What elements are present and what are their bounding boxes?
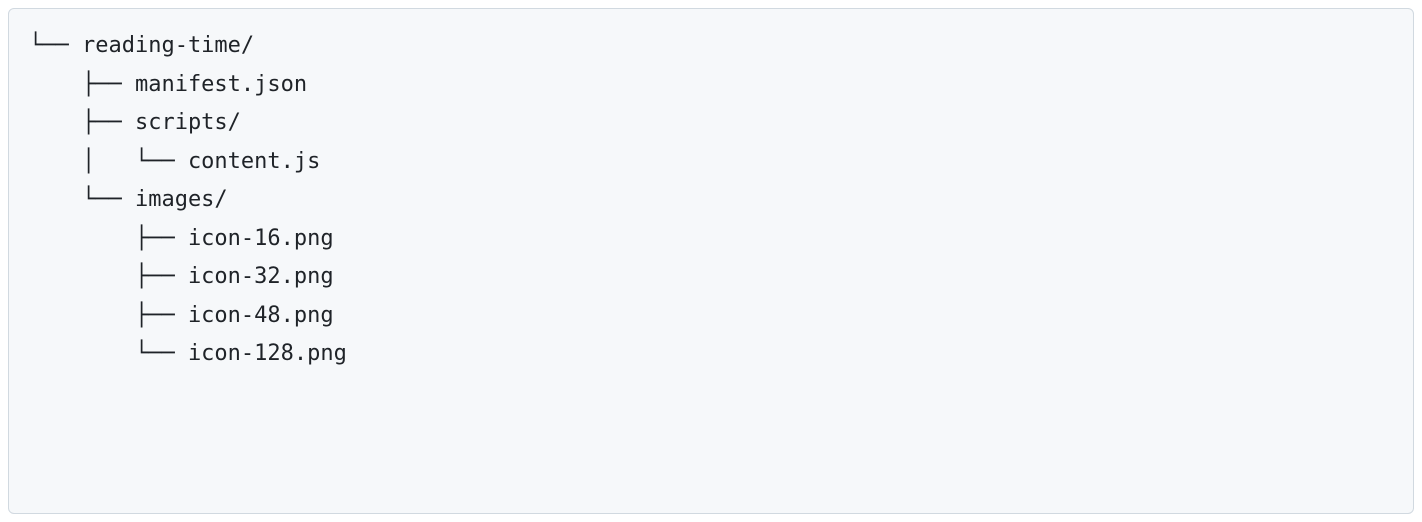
tree-line: ├── icon-48.png [29, 297, 1393, 336]
tree-line: ├── scripts/ [29, 104, 1393, 143]
tree-line: ├── icon-16.png [29, 220, 1393, 259]
tree-line: └── images/ [29, 181, 1393, 220]
tree-line: ├── icon-32.png [29, 258, 1393, 297]
file-tree-block: └── reading-time/ ├── manifest.json ├── … [8, 8, 1414, 514]
tree-line: │ └── content.js [29, 143, 1393, 182]
tree-line: └── icon-128.png [29, 335, 1393, 374]
tree-line: └── reading-time/ [29, 27, 1393, 66]
tree-line: ├── manifest.json [29, 66, 1393, 105]
